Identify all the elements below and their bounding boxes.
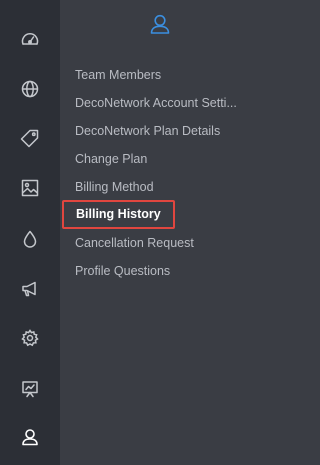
- menu-item-cancellation-request[interactable]: Cancellation Request: [75, 235, 243, 251]
- menu-item-change-plan[interactable]: Change Plan: [75, 151, 243, 167]
- user-icon: [148, 12, 172, 36]
- image-icon[interactable]: [19, 177, 41, 199]
- menu-item-profile-questions[interactable]: Profile Questions: [75, 263, 243, 279]
- tag-icon[interactable]: [19, 127, 41, 149]
- menu-item-billing-method[interactable]: Billing Method: [75, 179, 243, 195]
- menu-item-plan-details[interactable]: DecoNetwork Plan Details: [75, 123, 243, 139]
- icon-rail: [0, 0, 60, 465]
- menu-item-team-members[interactable]: Team Members: [75, 67, 243, 83]
- menu-item-billing-history[interactable]: Billing History: [62, 200, 175, 229]
- account-menu-panel: Team Members DecoNetwork Account Setti..…: [60, 0, 260, 465]
- megaphone-icon[interactable]: [19, 278, 41, 300]
- dashboard-gauge-icon[interactable]: [19, 29, 41, 51]
- menu-item-account-settings[interactable]: DecoNetwork Account Setti...: [75, 95, 243, 111]
- droplet-icon[interactable]: [19, 228, 41, 250]
- globe-icon[interactable]: [19, 78, 41, 100]
- presentation-board-icon[interactable]: [19, 378, 41, 400]
- user-icon[interactable]: [19, 426, 41, 448]
- gear-icon[interactable]: [19, 327, 41, 349]
